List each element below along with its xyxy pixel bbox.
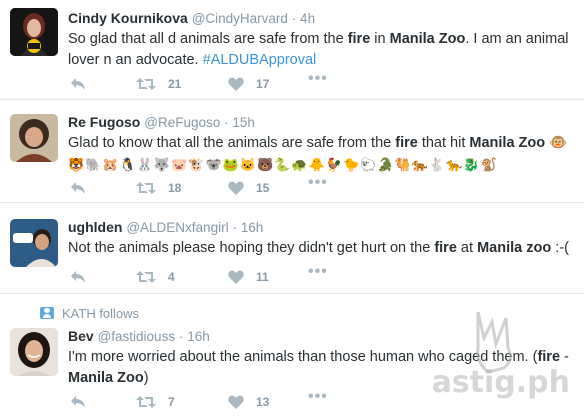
text-segment: in — [370, 31, 390, 47]
avatar-image — [10, 114, 58, 162]
avatar[interactable] — [10, 114, 58, 162]
tweet-header: Re Fugoso @ReFugoso · 15h — [68, 112, 576, 132]
author-handle[interactable]: @fastidiouss — [98, 329, 176, 344]
retweet-icon — [136, 78, 156, 90]
retweet-count: 21 — [168, 77, 182, 91]
text-segment: ) — [143, 370, 149, 386]
author-name[interactable]: Re Fugoso — [68, 114, 140, 130]
avatar[interactable] — [10, 328, 58, 376]
more-icon[interactable]: ••• — [308, 70, 328, 88]
more-icon[interactable]: ••• — [308, 174, 328, 192]
retweet-icon — [136, 182, 156, 194]
highlight-fire: fire — [347, 31, 371, 47]
highlight-manila-zoo: Manila zoo — [477, 240, 552, 256]
text-segment: So glad that all d animals are safe from… — [68, 31, 348, 47]
author-handle[interactable]: @ReFugoso — [144, 115, 220, 130]
retweet-count: 18 — [168, 181, 182, 195]
like-button[interactable]: 15 — [228, 178, 269, 198]
like-count: 13 — [256, 395, 270, 409]
tweet-text: I'm more worried about the animals than … — [68, 347, 576, 389]
hashtag-link[interactable]: #ALDUBApproval — [203, 52, 317, 68]
heart-icon — [228, 270, 244, 284]
text-segment: at — [456, 240, 478, 256]
text-segment: - — [560, 349, 569, 365]
tweet-time[interactable]: · 15h — [224, 115, 255, 130]
more-icon[interactable]: ••• — [308, 388, 328, 406]
heart-icon — [228, 77, 244, 91]
avatar-image — [10, 8, 58, 56]
author-name[interactable]: ughlden — [68, 219, 122, 235]
follows-label: KATH follows — [62, 305, 140, 321]
retweet-button[interactable]: 4 — [136, 267, 175, 287]
tweet-time[interactable]: · 16h — [179, 329, 210, 344]
text-segment: Not the animals please hoping they didn'… — [68, 240, 435, 256]
reply-button[interactable] — [70, 178, 86, 198]
tweet-card[interactable]: Bev @fastidiouss · 16h I'm more worried … — [0, 324, 584, 416]
author-name[interactable]: Cindy Kournikova — [68, 10, 188, 26]
like-button[interactable]: 17 — [228, 74, 269, 94]
more-icon[interactable]: ••• — [308, 263, 328, 281]
author-handle[interactable]: @ALDENxfangirl — [126, 220, 228, 235]
tweet-card[interactable]: ughlden @ALDENxfangirl · 16h Not the ani… — [0, 203, 584, 294]
reply-icon — [71, 271, 85, 283]
retweet-icon — [136, 271, 156, 283]
tweet-header: ughlden @ALDENxfangirl · 16h — [68, 217, 576, 237]
tweet-time[interactable]: · 4h — [292, 11, 315, 26]
tweet-feed: Cindy Kournikova @CindyHarvard · 4h So g… — [0, 0, 584, 416]
person-icon — [40, 307, 54, 319]
heart-icon — [228, 181, 244, 195]
tweet-header: Cindy Kournikova @CindyHarvard · 4h — [68, 8, 576, 28]
highlight-manila-zoo: Manila Zoo — [469, 135, 546, 151]
tweet-card[interactable]: Cindy Kournikova @CindyHarvard · 4h So g… — [0, 0, 584, 100]
text-segment: 🐵 — [545, 135, 568, 151]
reply-icon — [71, 396, 85, 408]
avatar-image — [10, 328, 58, 376]
reply-button[interactable] — [70, 74, 86, 94]
tweet-text: So glad that all d animals are safe from… — [68, 29, 576, 71]
tweet-text: Not the animals please hoping they didn'… — [68, 238, 576, 259]
retweet-count: 7 — [168, 395, 175, 409]
emoji-row: 🐯🐘🐹🐧🐰🐺🐷🐮🐨🐸🐱🐻🐍🐢🐥🐓🐤🐑🐊🐫🐅🐇🐆🐉🐒 — [68, 157, 498, 172]
highlight-manila-zoo: Manila Zoo — [389, 31, 466, 47]
retweet-button[interactable]: 7 — [136, 392, 175, 412]
like-count: 17 — [256, 77, 270, 91]
retweet-count: 4 — [168, 270, 175, 284]
avatar-image — [10, 219, 58, 267]
text-segment: :-( — [551, 240, 569, 256]
like-count: 15 — [256, 181, 270, 195]
reply-button[interactable] — [70, 267, 86, 287]
reply-icon — [71, 182, 85, 194]
text-segment: Glad to know that all the animals are sa… — [68, 135, 396, 151]
highlight-fire: fire — [395, 135, 418, 151]
text-segment: I'm more worried about the animals than … — [68, 349, 538, 365]
author-handle[interactable]: @CindyHarvard — [192, 11, 288, 26]
highlight-manila-zoo: Manila Zoo — [68, 370, 144, 386]
tweet-text: Glad to know that all the animals are sa… — [68, 133, 576, 154]
highlight-fire: fire — [434, 240, 457, 256]
like-button[interactable]: 13 — [228, 392, 269, 412]
retweet-button[interactable]: 21 — [136, 74, 181, 94]
reply-button[interactable] — [70, 392, 86, 412]
retweet-icon — [136, 396, 156, 408]
reply-icon — [71, 78, 85, 90]
tweet-card[interactable]: Re Fugoso @ReFugoso · 15h Glad to know t… — [0, 100, 584, 203]
avatar[interactable] — [10, 219, 58, 267]
tweet-header: Bev @fastidiouss · 16h — [68, 326, 576, 346]
text-segment: that hit — [417, 135, 470, 151]
author-name[interactable]: Bev — [68, 328, 94, 344]
retweet-button[interactable]: 18 — [136, 178, 181, 198]
follows-context[interactable]: KATH follows — [40, 304, 139, 322]
highlight-fire: fire — [537, 349, 561, 365]
avatar[interactable] — [10, 8, 58, 56]
like-button[interactable]: 11 — [228, 267, 269, 287]
heart-icon — [228, 395, 244, 409]
tweet-time[interactable]: · 16h — [232, 220, 263, 235]
like-count: 11 — [256, 270, 269, 284]
